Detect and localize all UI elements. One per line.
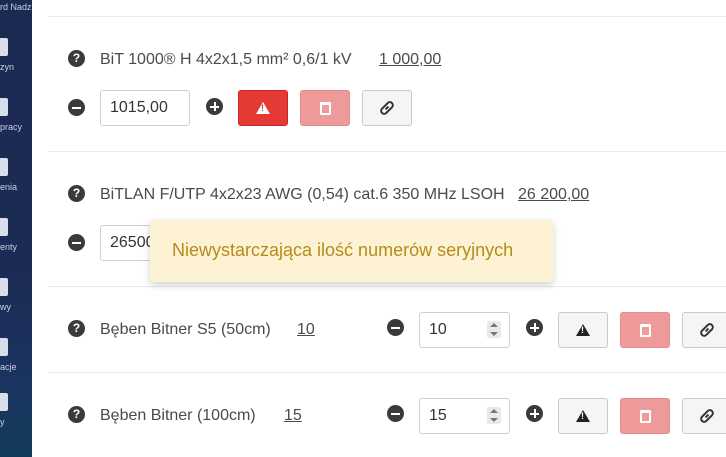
quantity-input[interactable] (100, 90, 190, 126)
menu-icon (0, 393, 8, 411)
spinner-icon[interactable] (487, 407, 501, 424)
sidebar-item-4[interactable]: enty (0, 218, 32, 268)
required-qty-link[interactable]: 15 (284, 407, 302, 425)
sidebar-item-label: pracy (0, 122, 23, 132)
sidebar-item-6[interactable]: acje (0, 338, 32, 388)
document-icon (0, 38, 8, 56)
help-icon[interactable]: ? (68, 320, 85, 337)
serial-warning-button[interactable] (238, 90, 288, 126)
decrement-button[interactable] (387, 405, 404, 422)
box-icon (0, 278, 8, 296)
serial-warning-button[interactable] (558, 312, 608, 348)
decrement-button[interactable] (68, 99, 85, 116)
list-icon (0, 158, 8, 176)
warning-toast[interactable]: Niewystarczająca ilość numerów seryjnych (150, 220, 553, 282)
help-icon[interactable]: ? (68, 406, 85, 423)
divider (48, 286, 726, 287)
sidebar-item-label: enty (0, 242, 18, 252)
delete-button[interactable] (620, 398, 670, 434)
sidebar-item-label: enia (0, 182, 18, 192)
divider (48, 372, 726, 373)
sidebar-item-2[interactable]: pracy (0, 98, 32, 148)
required-qty-link[interactable]: 10 (297, 321, 315, 339)
decrement-button[interactable] (68, 234, 85, 251)
spinner-icon[interactable] (487, 321, 501, 338)
sidebar: rd Nadz zyn pracy enia enty wy acje y (0, 0, 32, 457)
sidebar-item-7[interactable]: y (0, 393, 32, 443)
help-icon[interactable]: ? (68, 185, 85, 202)
item-name: BiT 1000® H 4x2x1,5 mm² 0,6/1 kV (100, 51, 352, 68)
link-icon (698, 407, 716, 425)
increment-button[interactable] (526, 319, 543, 336)
divider (48, 16, 726, 17)
link-button[interactable] (682, 398, 726, 434)
decrement-button[interactable] (387, 319, 404, 336)
warning-icon (576, 324, 590, 336)
required-qty-link[interactable]: 1 000,00 (379, 51, 441, 69)
item-name: Bęben Bitner S5 (50cm) (100, 321, 271, 338)
link-icon (698, 321, 716, 339)
required-qty-link[interactable]: 26 200,00 (518, 186, 589, 204)
quantity-stepper[interactable] (419, 398, 510, 434)
sidebar-header: rd Nadz (0, 2, 32, 12)
delete-button[interactable] (300, 90, 350, 126)
warning-icon (576, 410, 590, 422)
item-name: Bęben Bitner (100cm) (100, 407, 256, 424)
sidebar-item-5[interactable]: wy (0, 278, 32, 328)
serial-warning-button[interactable] (558, 398, 608, 434)
sidebar-item-label: zyn (0, 62, 15, 72)
sidebar-item-label: acje (0, 362, 17, 372)
sidebar-item-label: wy (0, 302, 11, 312)
sidebar-item-1[interactable]: zyn (0, 38, 32, 88)
trash-icon (639, 409, 651, 423)
trash-icon (639, 323, 651, 337)
warning-icon (256, 102, 270, 114)
link-button[interactable] (682, 312, 726, 348)
link-icon (378, 99, 396, 117)
sidebar-item-label: y (0, 417, 5, 427)
increment-button[interactable] (206, 98, 223, 115)
delete-button[interactable] (620, 312, 670, 348)
file-icon (0, 218, 8, 236)
sidebar-item-3[interactable]: enia (0, 158, 32, 208)
item-name: BiTLAN F/UTP 4x2x23 AWG (0,54) cat.6 350… (100, 186, 505, 203)
increment-button[interactable] (526, 405, 543, 422)
trash-icon (319, 101, 331, 115)
link-button[interactable] (362, 90, 412, 126)
help-icon[interactable]: ? (68, 50, 85, 67)
divider (48, 151, 726, 152)
alert-icon (0, 338, 8, 356)
briefcase-icon (0, 98, 8, 116)
quantity-stepper[interactable] (419, 312, 510, 348)
